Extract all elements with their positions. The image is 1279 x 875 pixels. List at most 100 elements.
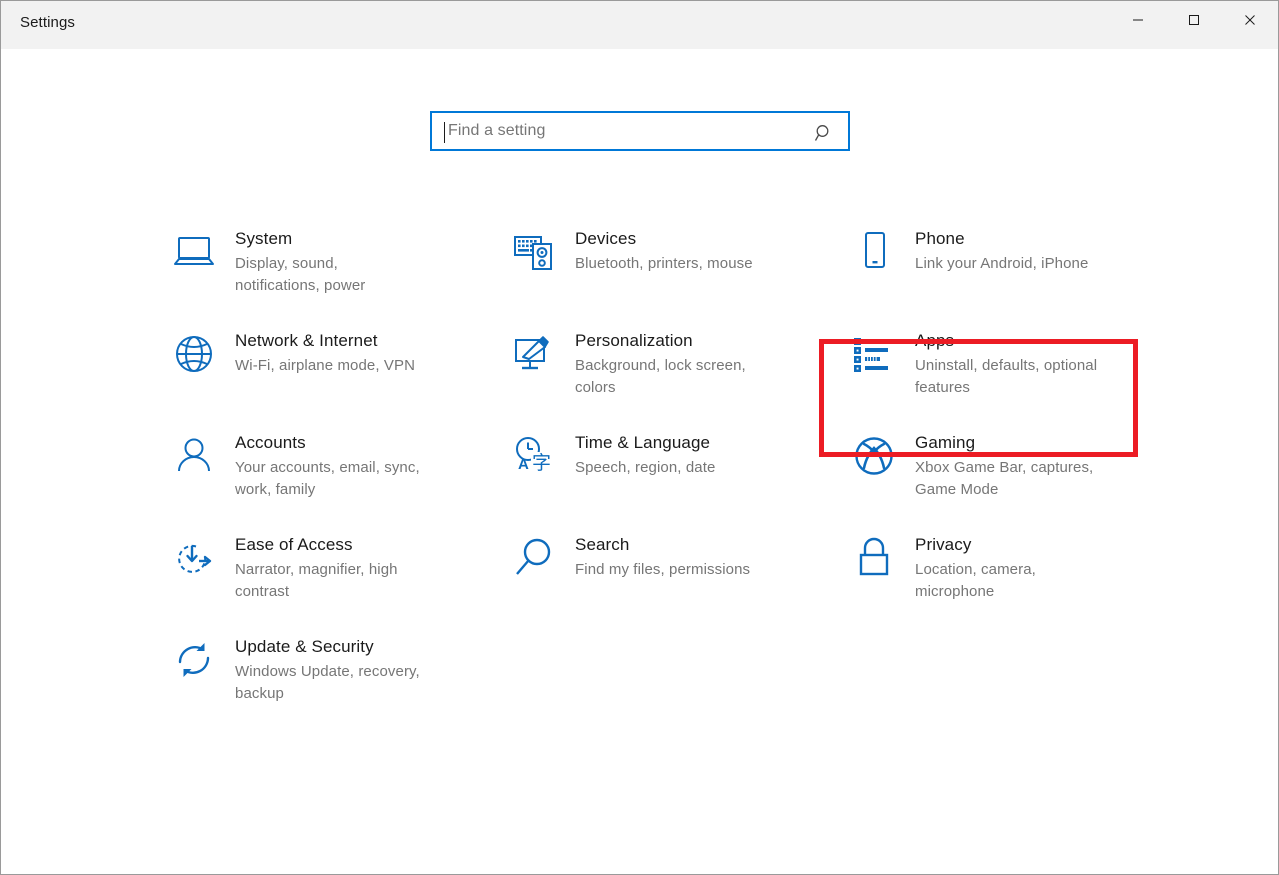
tile-text: Personalization Background, lock screen,…	[575, 321, 775, 399]
tile-description: Windows Update, recovery, backup	[235, 661, 425, 705]
tile-description: Display, sound, notifications, power	[235, 253, 425, 297]
tile-title: Ease of Access	[235, 533, 425, 557]
settings-tile-phone[interactable]: Phone Link your Android, iPhone	[841, 207, 1163, 299]
settings-row: Network & Internet Wi-Fi, airplane mode,…	[1, 309, 1279, 411]
tile-title: Search	[575, 533, 750, 557]
settings-tile-update-security[interactable]: Update & Security Windows Update, recove…	[161, 615, 483, 717]
svg-text:字: 字	[532, 452, 551, 474]
maximize-icon	[1188, 14, 1200, 26]
tile-description: Find my files, permissions	[575, 559, 750, 581]
maximize-button[interactable]	[1166, 1, 1222, 39]
keyboard-device-icon	[511, 229, 557, 275]
settings-tile-devices[interactable]: Devices Bluetooth, printers, mouse	[501, 207, 823, 299]
tile-title: Apps	[915, 329, 1105, 353]
window-controls	[1110, 1, 1278, 39]
phone-icon	[851, 229, 897, 275]
person-icon	[171, 433, 217, 479]
grid-cell: Gaming Xbox Game Bar, captures, Game Mod…	[841, 411, 1181, 513]
tile-title: System	[235, 227, 425, 251]
tile-title: Time & Language	[575, 431, 715, 455]
grid-cell: Devices Bluetooth, printers, mouse	[501, 207, 841, 309]
list-icon	[851, 331, 897, 377]
settings-tile-system[interactable]: System Display, sound, notifications, po…	[161, 207, 483, 309]
tile-text: Accounts Your accounts, email, sync, wor…	[235, 423, 425, 501]
grid-cell: Search Find my files, permissions	[501, 513, 841, 615]
settings-row: Ease of Access Narrator, magnifier, high…	[1, 513, 1279, 615]
tile-text: Time & Language Speech, region, date	[575, 423, 715, 479]
tile-text: Network & Internet Wi-Fi, airplane mode,…	[235, 321, 415, 377]
settings-grid: System Display, sound, notifications, po…	[1, 207, 1279, 717]
settings-tile-network-internet[interactable]: Network & Internet Wi-Fi, airplane mode,…	[161, 309, 483, 401]
tile-text: Ease of Access Narrator, magnifier, high…	[235, 525, 425, 603]
search-input[interactable]: Find a setting	[430, 111, 850, 151]
close-icon	[1244, 14, 1256, 26]
grid-cell: Privacy Location, camera, microphone	[841, 513, 1181, 615]
tile-description: Speech, region, date	[575, 457, 715, 479]
tile-text: Gaming Xbox Game Bar, captures, Game Mod…	[915, 423, 1115, 501]
tile-title: Personalization	[575, 329, 775, 353]
tile-description: Bluetooth, printers, mouse	[575, 253, 753, 275]
tile-text: System Display, sound, notifications, po…	[235, 219, 425, 297]
grid-cell: Apps Uninstall, defaults, optional featu…	[841, 309, 1181, 411]
tile-text: Apps Uninstall, defaults, optional featu…	[915, 321, 1105, 399]
tile-title: Phone	[915, 227, 1088, 251]
settings-tile-personalization[interactable]: Personalization Background, lock screen,…	[501, 309, 823, 411]
tile-description: Your accounts, email, sync, work, family	[235, 457, 425, 501]
tile-description: Narrator, magnifier, high contrast	[235, 559, 425, 603]
settings-tile-ease-of-access[interactable]: Ease of Access Narrator, magnifier, high…	[161, 513, 483, 615]
tile-text: Privacy Location, camera, microphone	[915, 525, 1115, 603]
tile-text: Phone Link your Android, iPhone	[915, 219, 1088, 275]
settings-tile-privacy[interactable]: Privacy Location, camera, microphone	[841, 513, 1163, 615]
tile-title: Network & Internet	[235, 329, 415, 353]
search-placeholder: Find a setting	[448, 122, 545, 140]
globe-icon	[171, 331, 217, 377]
laptop-icon	[171, 229, 217, 275]
search-area: Find a setting	[430, 111, 850, 151]
clock-language-icon: A 字	[511, 433, 557, 479]
tile-text: Devices Bluetooth, printers, mouse	[575, 219, 753, 275]
tile-title: Update & Security	[235, 635, 425, 659]
grid-cell: A 字 Time & Language Speech, region, date	[501, 411, 841, 513]
tile-text: Update & Security Windows Update, recove…	[235, 627, 425, 705]
tile-title: Devices	[575, 227, 753, 251]
tile-description: Uninstall, defaults, optional features	[915, 355, 1105, 399]
grid-cell: Phone Link your Android, iPhone	[841, 207, 1181, 309]
settings-tile-gaming[interactable]: Gaming Xbox Game Bar, captures, Game Mod…	[841, 411, 1163, 513]
refresh-icon	[171, 637, 217, 683]
minimize-icon	[1132, 14, 1144, 26]
text-caret	[444, 122, 445, 143]
tile-title: Privacy	[915, 533, 1115, 557]
settings-tile-apps[interactable]: Apps Uninstall, defaults, optional featu…	[841, 309, 1163, 411]
xbox-icon	[851, 433, 897, 479]
tile-description: Wi-Fi, airplane mode, VPN	[235, 355, 415, 377]
grid-cell: Personalization Background, lock screen,…	[501, 309, 841, 411]
settings-tile-time-language[interactable]: A 字 Time & Language Speech, region, date	[501, 411, 823, 503]
tile-description: Link your Android, iPhone	[915, 253, 1088, 275]
settings-window: Settings Find a settin	[0, 0, 1279, 875]
grid-cell: Update & Security Windows Update, recove…	[161, 615, 501, 717]
tile-description: Background, lock screen, colors	[575, 355, 775, 399]
close-button[interactable]	[1222, 1, 1278, 39]
grid-cell: System Display, sound, notifications, po…	[161, 207, 501, 309]
tile-text: Search Find my files, permissions	[575, 525, 750, 581]
lock-icon	[851, 535, 897, 581]
grid-cell: Accounts Your accounts, email, sync, wor…	[161, 411, 501, 513]
accessibility-clock-icon	[171, 535, 217, 581]
settings-row: System Display, sound, notifications, po…	[1, 207, 1279, 309]
settings-row: Accounts Your accounts, email, sync, wor…	[1, 411, 1279, 513]
settings-row: Update & Security Windows Update, recove…	[1, 615, 1279, 717]
window-title: Settings	[20, 14, 75, 31]
grid-cell: Network & Internet Wi-Fi, airplane mode,…	[161, 309, 501, 411]
monitor-brush-icon	[511, 331, 557, 377]
search-icon[interactable]	[814, 123, 834, 143]
settings-tile-search[interactable]: Search Find my files, permissions	[501, 513, 823, 605]
tile-title: Gaming	[915, 431, 1115, 455]
tile-description: Location, camera, microphone	[915, 559, 1115, 603]
tile-title: Accounts	[235, 431, 425, 455]
settings-tile-accounts[interactable]: Accounts Your accounts, email, sync, wor…	[161, 411, 483, 513]
magnifier-icon	[511, 535, 557, 581]
tile-description: Xbox Game Bar, captures, Game Mode	[915, 457, 1115, 501]
minimize-button[interactable]	[1110, 1, 1166, 39]
grid-cell: Ease of Access Narrator, magnifier, high…	[161, 513, 501, 615]
svg-text:A: A	[518, 456, 529, 473]
